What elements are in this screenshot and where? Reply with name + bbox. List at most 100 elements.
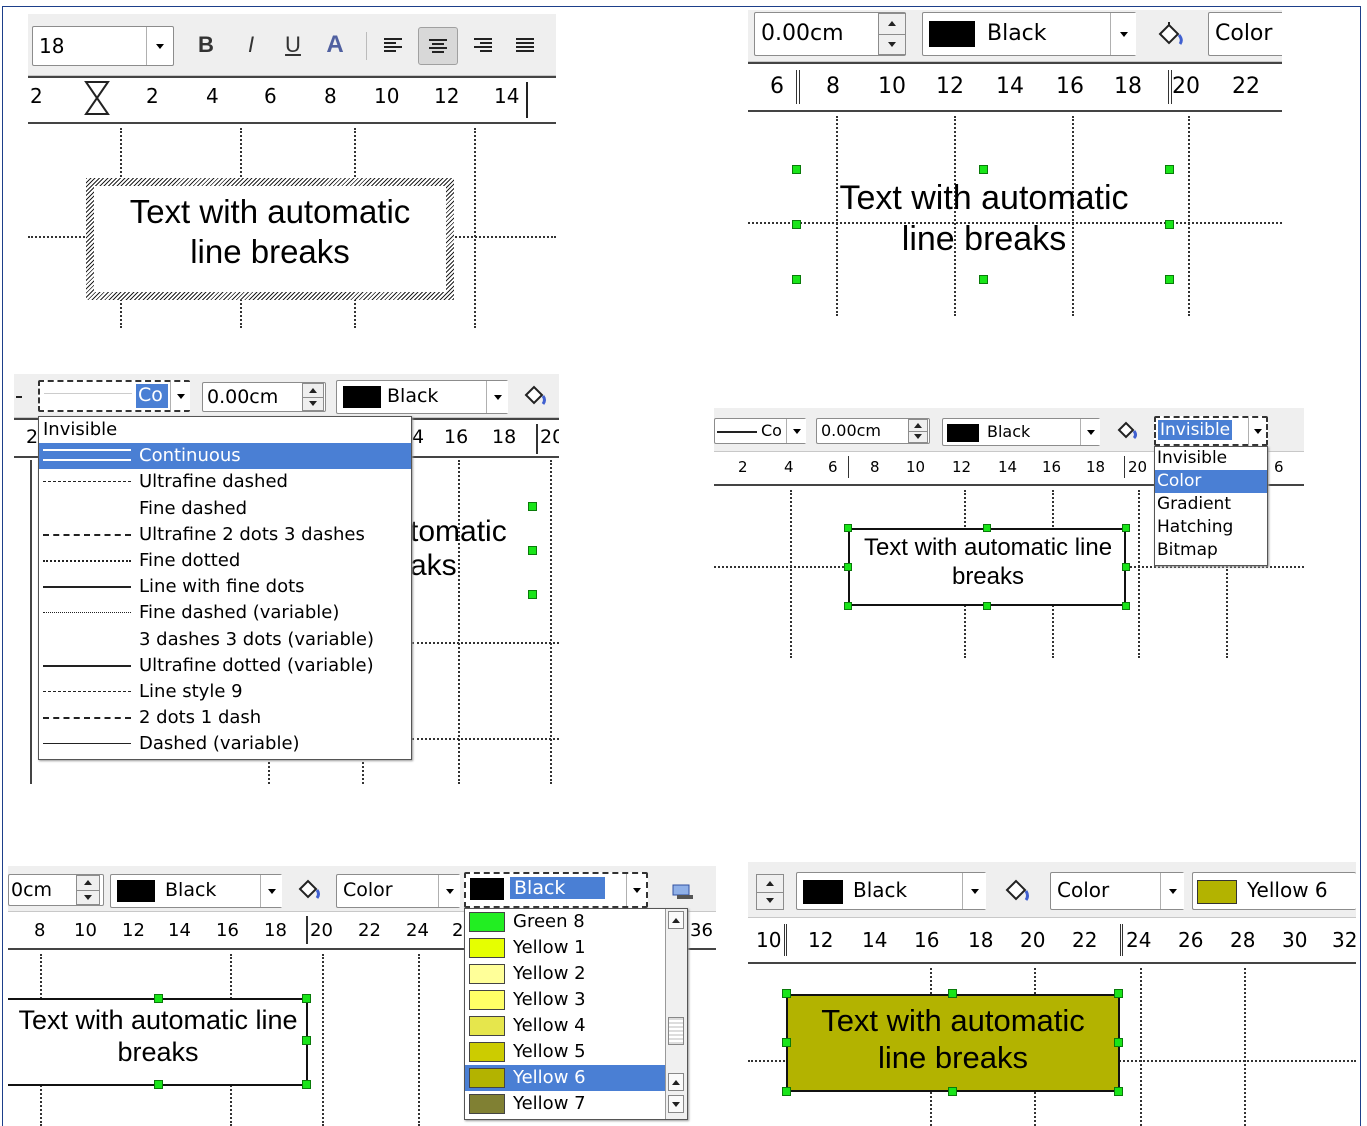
bold-button[interactable]: B — [190, 29, 222, 61]
color-list-scrollbar[interactable] — [665, 909, 687, 1119]
line-style-option[interactable]: Ultrafine dashed — [39, 469, 411, 495]
horizontal-ruler[interactable]: 2 2 4 6 8 10 12 14 — [28, 76, 556, 124]
area-style-option[interactable]: Gradient — [1155, 493, 1267, 516]
color-option[interactable]: Yellow 1 — [465, 935, 665, 961]
line-color-combo[interactable]: Black — [336, 380, 508, 414]
line-style-option[interactable]: Dashed (variable) — [39, 731, 411, 757]
scroll-thumb[interactable] — [668, 1017, 684, 1045]
line-style-option[interactable]: 2 dots 1 dash — [39, 705, 411, 731]
area-style-dropdown-button[interactable] — [1248, 418, 1266, 444]
area-style-dropdown-button[interactable] — [438, 875, 460, 907]
spin-down-icon[interactable] — [303, 398, 323, 411]
selection-handle[interactable] — [979, 165, 988, 174]
line-style-option[interactable]: Fine dashed (variable) — [39, 600, 411, 626]
color-option[interactable]: Green 8 — [465, 909, 665, 935]
line-style-option[interactable]: 3 dashes 3 dots (variable) — [39, 627, 411, 653]
selection-handle[interactable] — [1122, 602, 1130, 610]
selection-handle[interactable] — [983, 602, 991, 610]
align-right-button[interactable] — [468, 29, 498, 61]
selection-handle[interactable] — [1114, 1087, 1123, 1096]
selection-handle[interactable] — [844, 563, 852, 571]
line-style-option[interactable]: Continuous — [39, 443, 411, 470]
shadow-button[interactable]: A — [318, 29, 352, 61]
line-style-option[interactable]: Ultrafine 2 dots 3 dashes — [39, 522, 411, 548]
scroll-up-icon[interactable] — [668, 1073, 684, 1091]
selection-handle[interactable] — [302, 1080, 311, 1089]
selection-handle[interactable] — [1165, 275, 1174, 284]
area-style-option[interactable]: Bitmap — [1155, 539, 1267, 562]
spin-up-icon[interactable] — [77, 876, 99, 891]
selection-handle[interactable] — [844, 524, 852, 532]
selection-handle[interactable] — [1122, 524, 1130, 532]
line-style-dropdown-button[interactable] — [786, 419, 806, 443]
selection-handle[interactable] — [844, 602, 852, 610]
area-style-option[interactable]: Invisible — [1155, 447, 1267, 470]
line-style-option[interactable]: Fine dashed — [39, 496, 411, 522]
selection-handle[interactable] — [979, 275, 988, 284]
horizontal-ruler[interactable]: 10 12 14 16 18 20 22 24 26 28 30 32 — [748, 918, 1356, 964]
line-style-option[interactable]: Line style 9 — [39, 679, 411, 705]
line-style-option[interactable]: Ultrafine dotted (variable) — [39, 653, 411, 679]
align-left-button[interactable] — [378, 29, 408, 61]
selection-handle[interactable] — [948, 989, 957, 998]
selection-handle[interactable] — [528, 546, 537, 555]
fill-color-list[interactable]: Green 8 Yellow 1 Yellow 2 Yellow 3 Yellow 4 Y… — [464, 908, 688, 1120]
line-color-combo[interactable]: Black — [942, 418, 1100, 446]
color-option[interactable]: Yellow 6 — [465, 1065, 665, 1091]
line-color-combo[interactable]: Black — [110, 874, 282, 908]
fill-color-combo[interactable]: Yellow 6 — [1192, 872, 1356, 910]
fill-color-combo[interactable]: Black — [464, 872, 648, 908]
color-option[interactable]: Yellow 5 — [465, 1039, 665, 1065]
selection-handle[interactable] — [792, 165, 801, 174]
selection-handle[interactable] — [792, 275, 801, 284]
font-size-dropdown-button[interactable] — [146, 27, 172, 65]
selection-handle[interactable] — [983, 524, 991, 532]
area-fill-button[interactable] — [1152, 18, 1188, 52]
line-width-spinner[interactable] — [302, 383, 324, 411]
line-color-combo[interactable]: Black — [796, 872, 986, 910]
selection-handle[interactable] — [1165, 220, 1174, 229]
spin-up-icon[interactable] — [909, 420, 927, 432]
selection-handle[interactable] — [782, 1038, 791, 1047]
scroll-down-icon[interactable] — [668, 1095, 684, 1113]
line-style-combo[interactable]: Co — [38, 380, 190, 412]
line-width-spinner[interactable] — [756, 874, 784, 910]
selection-handle[interactable] — [1165, 165, 1174, 174]
selection-handle[interactable] — [1114, 989, 1123, 998]
line-width-spinner[interactable] — [908, 419, 928, 443]
line-color-combo[interactable]: Black — [922, 12, 1136, 56]
area-fill-button[interactable] — [1000, 876, 1034, 906]
selection-handle[interactable] — [1122, 563, 1130, 571]
color-option[interactable]: Yellow 3 — [465, 987, 665, 1013]
area-style-option[interactable]: Color — [1155, 470, 1267, 493]
area-style-option[interactable]: Hatching — [1155, 516, 1267, 539]
selection-handle[interactable] — [528, 502, 537, 511]
selection-handle[interactable] — [302, 994, 311, 1003]
selection-handle[interactable] — [302, 1036, 311, 1045]
selection-handle[interactable] — [528, 590, 537, 599]
line-color-dropdown-button[interactable] — [1110, 13, 1136, 55]
spin-down-icon[interactable] — [879, 35, 905, 55]
color-option[interactable]: Yellow 4 — [465, 1013, 665, 1039]
line-width-spinner[interactable] — [878, 13, 906, 55]
line-style-option[interactable]: Line with fine dots — [39, 574, 411, 600]
spin-up-icon[interactable] — [303, 384, 323, 398]
area-fill-button[interactable] — [1112, 418, 1142, 444]
line-color-dropdown-button[interactable] — [260, 875, 282, 907]
underline-button[interactable]: U — [278, 29, 308, 61]
spin-up-icon[interactable] — [879, 14, 905, 35]
selection-handle[interactable] — [154, 994, 163, 1003]
area-fill-button[interactable] — [520, 382, 550, 410]
spin-down-icon[interactable] — [909, 432, 927, 443]
scroll-up-icon[interactable] — [668, 911, 684, 929]
horizontal-ruler[interactable]: 6 8 10 12 14 16 18 20 22 — [748, 62, 1282, 112]
indent-marker-icon[interactable] — [84, 80, 110, 121]
spin-down-icon[interactable] — [77, 891, 99, 905]
line-color-dropdown-button[interactable] — [1080, 419, 1100, 445]
line-style-option[interactable]: Invisible — [39, 417, 411, 443]
line-style-dropdown-button[interactable] — [170, 382, 190, 410]
area-style-list[interactable]: Invisible Color Gradient Hatching Bitmap — [1154, 446, 1268, 566]
selection-handle[interactable] — [1114, 1038, 1123, 1047]
selection-handle[interactable] — [948, 1087, 957, 1096]
area-style-dropdown-button[interactable] — [1160, 873, 1184, 909]
